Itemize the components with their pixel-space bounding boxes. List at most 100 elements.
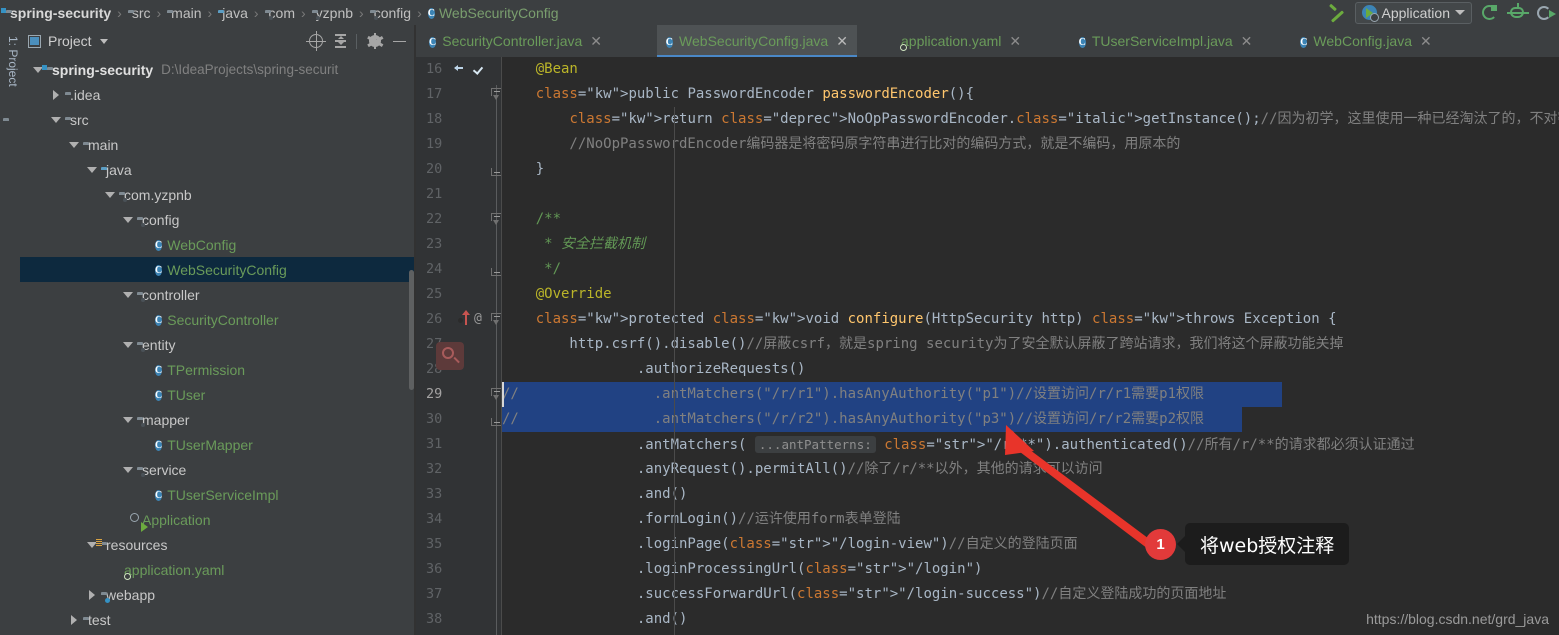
code-line-37[interactable]: .successForwardUrl(class="str">"/login-s… xyxy=(502,582,1226,607)
editor-tab-tuserserviceimpl-java[interactable]: C TUserServiceImpl.java ✕ xyxy=(1070,25,1262,57)
tree-node-webconfig[interactable]: C WebConfig xyxy=(20,232,416,257)
tree-node-spring-security[interactable]: spring-security D:\IdeaProjects\spring-se… xyxy=(20,57,416,82)
code-line-20[interactable]: } xyxy=(502,157,544,182)
editor-tab-securitycontroller-java[interactable]: C SecurityController.java ✕ xyxy=(420,25,611,57)
tree-toggle-open-icon[interactable] xyxy=(122,339,133,350)
code-line-28[interactable]: .authorizeRequests() xyxy=(502,357,806,382)
breadcrumb-item-src[interactable]: src xyxy=(126,2,153,23)
breadcrumb-item-main[interactable]: main xyxy=(165,2,203,23)
annotation-marker-icon[interactable]: @ xyxy=(474,311,482,326)
java-class-icon: C xyxy=(155,365,163,376)
tree-node-main[interactable]: main xyxy=(20,132,416,157)
tree-node--idea[interactable]: .idea xyxy=(20,82,416,107)
tree-toggle-open-icon[interactable] xyxy=(86,164,97,175)
line-number-17: 17 xyxy=(416,82,502,107)
collapse-all-icon[interactable] xyxy=(329,30,351,52)
tree-node-mapper[interactable]: mapper xyxy=(20,407,416,432)
code-line-17[interactable]: class="kw">public PasswordEncoder passwo… xyxy=(502,82,974,107)
tree-toggle-open-icon[interactable] xyxy=(122,214,133,225)
breadcrumb-item-config[interactable]: config xyxy=(368,2,413,23)
debug-button[interactable] xyxy=(1507,2,1529,22)
tree-node-label: TUser xyxy=(167,386,206,403)
tree-toggle-open-icon[interactable] xyxy=(104,189,115,200)
tree-node-application-yaml[interactable]: application.yaml xyxy=(20,557,416,582)
code-line-29[interactable]: // .antMatchers("/r/r1").hasAnyAuthority… xyxy=(502,382,1204,407)
breadcrumb-label: yzpnb xyxy=(315,4,354,21)
code-line-27[interactable]: http.csrf().disable()//屏蔽csrf，就是spring s… xyxy=(502,332,1343,357)
close-icon[interactable]: ✕ xyxy=(836,34,848,48)
editor-tab-websecurityconfig-java[interactable]: C WebSecurityConfig.java ✕ xyxy=(656,25,857,57)
line-number-32: 32 xyxy=(416,457,502,482)
tree-node-config[interactable]: config xyxy=(20,207,416,232)
breadcrumb-item-spring-security[interactable]: spring-security xyxy=(4,2,113,23)
breadcrumb-item-com[interactable]: com xyxy=(263,2,297,23)
tree-toggle-open-icon[interactable] xyxy=(122,289,133,300)
tool-tab-project[interactable]: 1: Project xyxy=(0,31,20,117)
editor-tab-webconfig-java[interactable]: C WebConfig.java ✕ xyxy=(1291,25,1441,57)
run-configuration-selector[interactable]: Application xyxy=(1354,1,1472,24)
editor-tab-application-yaml[interactable]: application.yaml ✕ xyxy=(886,25,1030,57)
close-icon[interactable]: ✕ xyxy=(1009,34,1021,48)
code-line-26[interactable]: class="kw">protected class="kw">void con… xyxy=(502,307,1337,332)
code-line-38[interactable]: .and() xyxy=(502,607,688,632)
code-line-33[interactable]: .and() xyxy=(502,482,688,507)
tree-node-com-yzpnb[interactable]: com.yzpnb xyxy=(20,182,416,207)
tree-node-application[interactable]: Application xyxy=(20,507,416,532)
breadcrumb-item-websecurityconfig[interactable]: C WebSecurityConfig xyxy=(426,2,561,23)
tree-toggle-closed-icon[interactable] xyxy=(50,89,61,100)
tree-toggle-closed-icon[interactable] xyxy=(68,614,79,625)
tree-node-resources[interactable]: resources xyxy=(20,532,416,557)
close-icon[interactable]: ✕ xyxy=(1420,34,1432,48)
line-number-label: 24 xyxy=(426,261,443,277)
close-icon[interactable]: ✕ xyxy=(1241,34,1253,48)
code-line-31[interactable]: .antMatchers( ...antPatterns: class="str… xyxy=(502,432,1415,457)
tree-node-tuserserviceimpl[interactable]: C TUserServiceImpl xyxy=(20,482,416,507)
tree-node-test[interactable]: test xyxy=(20,607,416,632)
code-line-16[interactable]: @Bean xyxy=(502,57,578,82)
tree-node-service[interactable]: service xyxy=(20,457,416,482)
chevron-down-icon[interactable] xyxy=(99,38,108,44)
tree-node-websecurityconfig[interactable]: C WebSecurityConfig xyxy=(20,257,416,282)
tree-node-securitycontroller[interactable]: C SecurityController xyxy=(20,307,416,332)
editor-tab-label: SecurityController.java xyxy=(442,33,583,49)
tree-toggle-open-icon[interactable] xyxy=(122,464,133,475)
code-line-36[interactable]: .loginProcessingUrl(class="str">"/login"… xyxy=(502,557,983,582)
tree-node-controller[interactable]: controller xyxy=(20,282,416,307)
settings-icon[interactable] xyxy=(364,30,386,52)
text-caret xyxy=(502,382,504,407)
tree-toggle-closed-icon[interactable] xyxy=(86,589,97,600)
code-line-22[interactable]: /** xyxy=(502,207,561,232)
line-number-label: 31 xyxy=(426,436,443,452)
tree-toggle-open-icon[interactable] xyxy=(122,414,133,425)
tree-toggle-open-icon[interactable] xyxy=(68,139,79,150)
code-line-35[interactable]: .loginPage(class="str">"/login-view")//自… xyxy=(502,532,1078,557)
breadcrumb-item-yzpnb[interactable]: yzpnb xyxy=(310,2,355,23)
tree-node-webapp[interactable]: webapp xyxy=(20,582,416,607)
tree-node-src[interactable]: src xyxy=(20,107,416,132)
editor-gutter[interactable]: 16 17 18 19 20 21 22 23 24 25 26 27 28 29 30 31 32 33 34 35… xyxy=(416,57,502,635)
tree-node-java[interactable]: java xyxy=(20,157,416,182)
close-icon[interactable]: ✕ xyxy=(590,34,602,48)
breadcrumb-separator: › xyxy=(156,4,162,21)
hide-panel-icon[interactable] xyxy=(388,30,410,52)
select-opened-file-icon[interactable] xyxy=(305,30,327,52)
tree-node-tuser[interactable]: C TUser xyxy=(20,382,416,407)
tree-toggle-open-icon[interactable] xyxy=(50,114,61,125)
code-line-18[interactable]: class="kw">return class="deprec">NoOpPas… xyxy=(502,107,1559,132)
build-icon[interactable] xyxy=(1328,4,1346,22)
code-line-24[interactable]: */ xyxy=(502,257,561,282)
project-tree[interactable]: spring-security D:\IdeaProjects\spring-se… xyxy=(20,57,416,635)
tree-node-icon: C xyxy=(155,311,163,328)
run-with-coverage-button[interactable] xyxy=(1535,4,1556,22)
breadcrumb-item-java[interactable]: java xyxy=(216,2,250,23)
code-line-19[interactable]: //NoOpPasswordEncoder编码器是将密码原字符串进行比对的编码方… xyxy=(502,132,1180,157)
code-line-23[interactable]: * 安全拦截机制 xyxy=(502,232,645,257)
run-button[interactable] xyxy=(1481,4,1499,22)
tree-node-tusermapper[interactable]: C TUserMapper xyxy=(20,432,416,457)
code-editor[interactable]: 16 17 18 19 20 21 22 23 24 25 26 27 28 29 30 31 32 33 34 35… xyxy=(416,57,1559,635)
code-line-25[interactable]: @Override xyxy=(502,282,612,307)
breadcrumb-label: src xyxy=(131,4,151,21)
tree-node-entity[interactable]: entity xyxy=(20,332,416,357)
code-line-34[interactable]: .formLogin()//运许使用form表单登陆 xyxy=(502,507,901,532)
tree-node-tpermission[interactable]: C TPermission xyxy=(20,357,416,382)
